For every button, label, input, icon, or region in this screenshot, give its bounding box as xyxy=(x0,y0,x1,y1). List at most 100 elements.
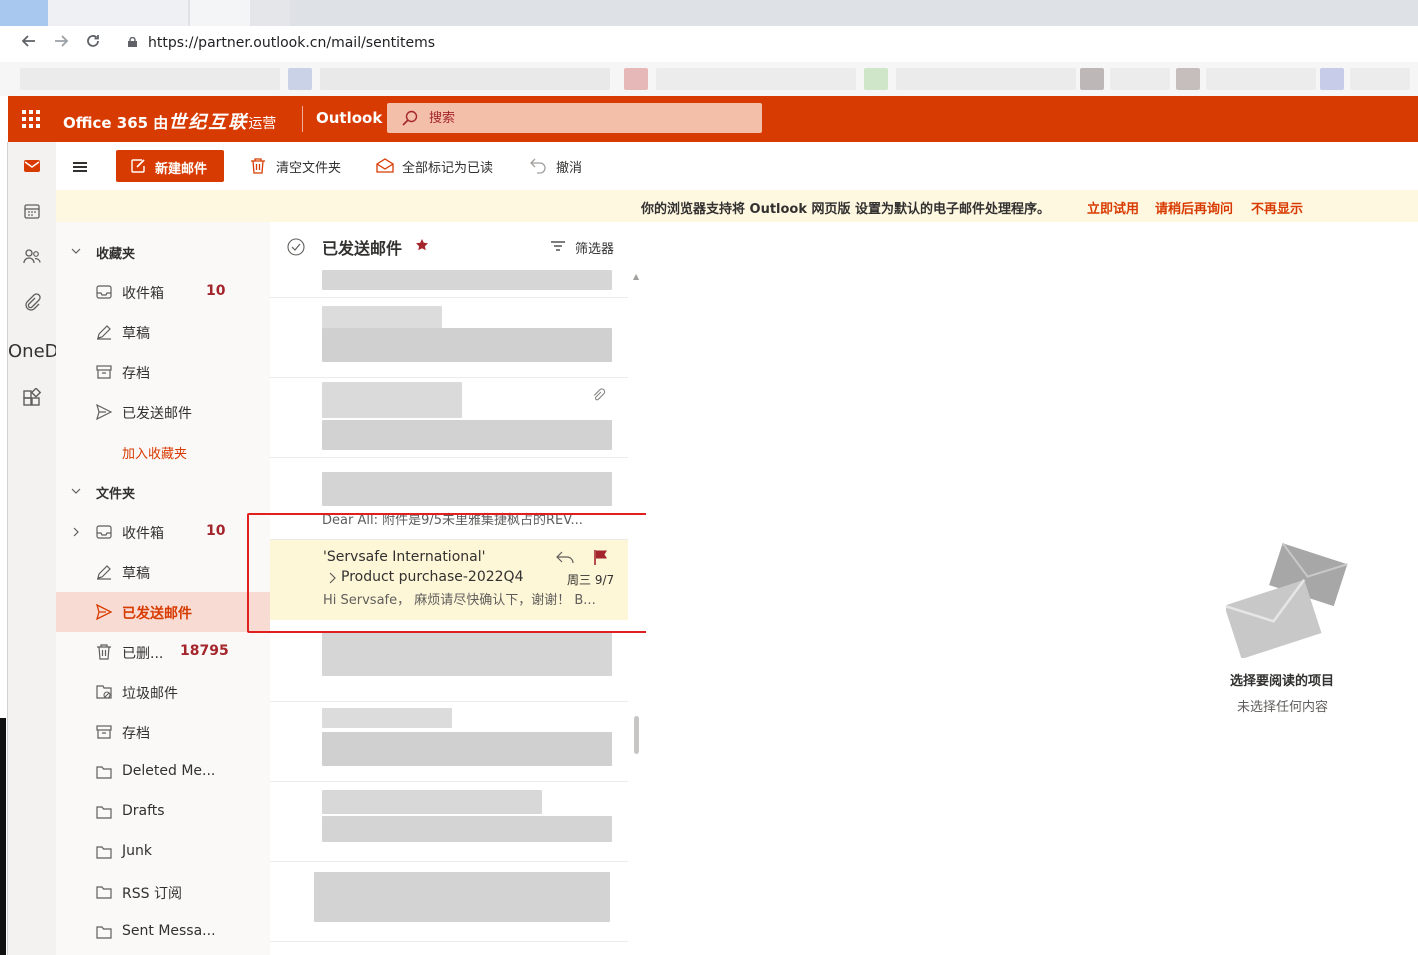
hamburger-menu-icon[interactable] xyxy=(73,162,87,172)
lock-icon xyxy=(128,37,137,47)
onedrive-label-fragment[interactable]: OneD xyxy=(8,341,59,362)
scroll-thumb[interactable] xyxy=(634,716,639,754)
mark-all-read-button[interactable]: 全部标记为已读 xyxy=(376,157,493,176)
archive-icon xyxy=(96,365,112,379)
empty-state-title: 选择要阅读的项目 xyxy=(1230,674,1335,689)
folder-junk-en[interactable]: Junk xyxy=(56,832,270,872)
send-icon xyxy=(96,404,112,420)
compose-icon xyxy=(131,159,145,173)
brand-text: 运营 xyxy=(248,116,277,132)
folder-drafts-en[interactable]: Drafts xyxy=(56,792,270,832)
folder-drafts[interactable]: 草稿 xyxy=(56,552,270,592)
envelope-open-icon xyxy=(376,158,394,173)
favorite-drafts[interactable]: 草稿 xyxy=(56,312,270,352)
mail-icon[interactable] xyxy=(22,156,42,176)
search-box[interactable] xyxy=(387,103,762,133)
paperclip-icon[interactable] xyxy=(22,292,42,312)
folder-icon xyxy=(96,846,112,859)
folder-sent[interactable]: 已发送邮件 xyxy=(56,592,270,632)
folders-header[interactable]: 文件夹 xyxy=(96,483,135,502)
folder-sent-messages[interactable]: Sent Messa... xyxy=(56,912,270,952)
favorite-archive[interactable]: 存档 xyxy=(56,352,270,392)
undo-label: 撤消 xyxy=(556,161,583,176)
folder-pane: 收藏夹 收件箱 10 草稿 存档 已发送邮件 加入收藏夹 文件夹 收件箱 10 … xyxy=(56,222,270,955)
folder-archive[interactable]: 存档 xyxy=(56,712,270,752)
selected-message-row[interactable]: 'Servsafe International' Product purchas… xyxy=(270,540,628,620)
blurred-message-row[interactable] xyxy=(270,702,628,782)
banner-message: 你的浏览器支持将 Outlook 网页版 设置为默认的电子邮件处理程序。 xyxy=(641,202,1051,217)
folder-inbox[interactable]: 收件箱 10 xyxy=(56,512,270,552)
blurred-tab xyxy=(48,0,188,26)
dont-show-link[interactable]: 不再显示 xyxy=(1251,198,1303,217)
search-input[interactable] xyxy=(429,108,729,128)
folder-label: 存档 xyxy=(122,366,150,382)
ask-later-link[interactable]: 请稍后再询问 xyxy=(1155,198,1233,217)
blurred-bookmark xyxy=(288,68,312,90)
blurred-message-row[interactable] xyxy=(270,298,628,378)
chevron-down-icon[interactable] xyxy=(71,246,81,256)
blurred-message-row[interactable] xyxy=(270,268,628,298)
pencil-icon xyxy=(97,565,111,580)
try-now-link[interactable]: 立即试用 xyxy=(1087,198,1139,217)
new-mail-button[interactable]: 新建邮件 xyxy=(116,150,224,182)
blurred-bookmark xyxy=(896,68,1076,90)
pencil-icon xyxy=(97,325,111,340)
scroll-up-arrow-icon[interactable]: ▲ xyxy=(633,272,639,281)
blurred-message-row[interactable]: Dear All: 附件是9/5未里雅集捷枫占的REV... xyxy=(270,458,628,540)
folder-rss[interactable]: RSS 订阅 xyxy=(56,872,270,912)
favorite-inbox[interactable]: 收件箱 10 xyxy=(56,272,270,312)
brand-text: Office 365 由 xyxy=(63,114,169,132)
blurred-tab xyxy=(0,0,48,26)
add-favorite-link[interactable]: 加入收藏夹 xyxy=(122,443,187,462)
browser-tab-strip xyxy=(0,0,1418,26)
forward-arrow-icon[interactable] xyxy=(49,32,73,56)
blurred-bookmark xyxy=(1320,68,1344,90)
folder-junk[interactable]: 垃圾邮件 xyxy=(56,672,270,712)
app-launcher-icon[interactable] xyxy=(22,110,40,128)
favorites-header[interactable]: 收藏夹 xyxy=(96,243,135,262)
reload-icon[interactable] xyxy=(81,32,105,56)
undo-button[interactable]: 撤消 xyxy=(530,157,582,176)
folder-label: Deleted Me... xyxy=(122,763,216,779)
inbox-icon xyxy=(96,525,112,539)
message-list-scrollbar[interactable]: ▲ xyxy=(628,268,646,955)
folder-title: 已发送邮件 xyxy=(322,239,403,258)
send-icon xyxy=(96,604,112,620)
message-date: 周三 9/7 xyxy=(567,573,615,587)
folder-icon xyxy=(96,886,112,899)
select-all-checkbox-icon[interactable] xyxy=(287,238,305,256)
flag-icon[interactable] xyxy=(593,549,609,565)
folder-label: 垃圾邮件 xyxy=(122,686,178,702)
people-icon[interactable] xyxy=(22,246,42,266)
folder-deleted-messages[interactable]: Deleted Me... xyxy=(56,752,270,792)
empty-state-subtitle: 未选择任何内容 xyxy=(1237,700,1329,715)
apps-icon[interactable] xyxy=(22,388,42,408)
browser-address-bar: https://partner.outlook.cn/mail/sentitem… xyxy=(0,26,1418,62)
blurred-message-row[interactable] xyxy=(270,782,628,862)
folder-deleted[interactable]: 已删... 18795 xyxy=(56,632,270,672)
search-icon xyxy=(402,110,418,126)
chevron-right-icon[interactable] xyxy=(71,527,81,537)
calendar-icon[interactable] xyxy=(22,201,42,221)
command-bar: 新建邮件 清空文件夹 全部标记为已读 撤消 xyxy=(56,142,1418,190)
favorite-sent[interactable]: 已发送邮件 xyxy=(56,392,270,432)
archive-icon xyxy=(96,725,112,739)
chevron-right-icon[interactable] xyxy=(327,572,337,584)
blurred-message-row[interactable] xyxy=(270,622,628,702)
blurred-bookmark xyxy=(320,68,610,90)
brand-text: 世纪互联 xyxy=(168,112,249,133)
chevron-down-icon[interactable] xyxy=(71,486,81,496)
back-arrow-icon[interactable] xyxy=(17,32,41,56)
trash-icon xyxy=(251,158,265,174)
blurred-message-row[interactable] xyxy=(270,862,628,942)
star-icon[interactable] xyxy=(415,238,429,252)
folder-label: 已删... xyxy=(122,646,164,662)
filter-label: 筛选器 xyxy=(575,242,615,257)
url-text[interactable]: https://partner.outlook.cn/mail/sentitem… xyxy=(148,35,435,51)
folder-icon xyxy=(96,926,112,939)
filter-button[interactable]: 筛选器 xyxy=(550,238,614,257)
blurred-message-row[interactable] xyxy=(270,378,628,458)
folder-label: RSS 订阅 xyxy=(122,886,182,902)
empty-folder-button[interactable]: 清空文件夹 xyxy=(250,157,341,176)
app-title[interactable]: Outlook xyxy=(316,109,382,127)
